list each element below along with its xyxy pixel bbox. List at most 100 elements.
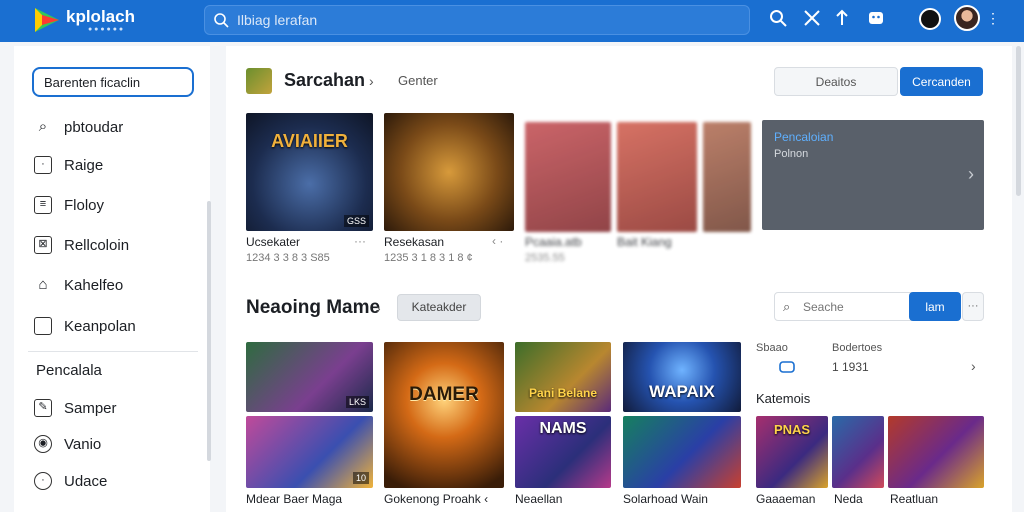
- card-label: Ucsekater: [246, 235, 301, 249]
- card-label: Mdear Baer Maga: [246, 492, 343, 506]
- box-icon: [34, 317, 52, 335]
- game-card[interactable]: LKS: [246, 342, 373, 412]
- details-button[interactable]: Deaitos: [774, 67, 898, 96]
- card-label: Pcaaia.atb: [525, 235, 582, 249]
- card-label: Gokenong Proahk ‹: [384, 492, 489, 506]
- chevron-right-icon[interactable]: ›: [968, 164, 974, 185]
- search-button[interactable]: lam: [909, 292, 961, 321]
- primary-button[interactable]: Cercanden: [900, 67, 983, 96]
- game-card[interactable]: [888, 416, 984, 488]
- grid-icon: ≡: [34, 196, 52, 214]
- sidebar-item-label: Rellcoloin: [64, 236, 130, 254]
- sidebar-item-label: Udace: [64, 472, 108, 490]
- sidebar-item-house[interactable]: ⌂ Kahelfeo: [34, 273, 204, 297]
- relation-icon: ⊠: [34, 236, 52, 254]
- sidebar-item-edit[interactable]: ✎ Samper: [34, 396, 204, 420]
- card-title: Pani Belane: [528, 386, 598, 400]
- sidebar-item-search[interactable]: ⌕ pbtoudar: [34, 115, 204, 139]
- sidebar-item-label: Samper: [64, 399, 117, 417]
- eye-icon: ◉: [34, 435, 52, 453]
- brand-name: kplolach: [66, 7, 135, 26]
- game-card[interactable]: PNAS: [756, 416, 828, 488]
- search-icon[interactable]: [768, 9, 788, 29]
- promo-panel[interactable]: Pencaloian Polnon ›: [762, 120, 984, 230]
- top-search[interactable]: [204, 5, 750, 35]
- sidebar-item-box[interactable]: Keanpolan: [34, 314, 204, 338]
- sidebar-item-relation[interactable]: ⊠ Rellcoloin: [34, 233, 204, 257]
- chevron-right-icon[interactable]: ›: [971, 358, 976, 374]
- user-avatar[interactable]: [954, 5, 980, 31]
- stat-label: Sbaao: [756, 342, 788, 354]
- card-title: DAMER: [409, 384, 479, 405]
- card-label: Neaellan: [515, 492, 563, 506]
- game-card[interactable]: NAMS: [515, 416, 611, 488]
- gamepad-icon[interactable]: [866, 9, 886, 29]
- card-title: PNAS: [773, 422, 811, 437]
- game-card[interactable]: WAPAIX: [623, 342, 741, 412]
- game-card[interactable]: [617, 122, 697, 232]
- card-more-icon[interactable]: ‹ ·: [492, 234, 503, 248]
- game-card[interactable]: [703, 122, 751, 232]
- top-search-input[interactable]: [237, 10, 737, 30]
- sidebar-divider: [28, 351, 198, 352]
- sidebar-search-input[interactable]: [44, 74, 184, 90]
- tools-icon[interactable]: [802, 9, 822, 29]
- more-icon[interactable]: ⋮: [986, 10, 1000, 27]
- brand-tagline: ● ● ● ● ● ●: [88, 26, 124, 33]
- card-label: Bait Kiang: [617, 235, 672, 249]
- search-icon: ⌕: [38, 118, 48, 135]
- sidebar-item-grid[interactable]: ≡ Floloy: [34, 193, 204, 217]
- game-card[interactable]: [525, 122, 611, 232]
- game-card[interactable]: AVIAIIER GSS: [246, 113, 373, 231]
- top-bar: kplolach ● ● ● ● ● ● ⋮: [0, 0, 1024, 42]
- game-card[interactable]: [384, 113, 514, 231]
- sidebar-item-label: Vanio: [64, 435, 102, 453]
- sidebar-item-clock[interactable]: · Udace: [34, 469, 204, 493]
- card-label: Solarhoad Wain: [623, 492, 708, 506]
- filter-chip[interactable]: Kateakder: [397, 294, 481, 321]
- page-scrollbar[interactable]: [1016, 46, 1021, 196]
- edit-icon: ✎: [34, 399, 52, 417]
- clock-icon: ·: [34, 472, 52, 490]
- card-title: WAPAIX: [649, 382, 715, 401]
- game-card[interactable]: [832, 416, 884, 488]
- stat-label: Bodertoes: [832, 342, 883, 354]
- search-icon: ⌕: [783, 299, 791, 314]
- section-thumbnail-icon: [246, 68, 272, 94]
- section-search-input[interactable]: [803, 299, 903, 315]
- card-label: Resekasan: [384, 235, 445, 249]
- card-more-icon[interactable]: ···: [354, 234, 366, 248]
- subsection-heading: Katemois: [756, 391, 811, 406]
- sidebar-item-page[interactable]: · Raige: [34, 153, 204, 177]
- card-label: Reatluan: [890, 492, 939, 506]
- game-card[interactable]: Pani Belane: [515, 342, 611, 412]
- avatar[interactable]: [919, 8, 941, 30]
- gamepad-icon[interactable]: [779, 359, 795, 375]
- panel-subtitle: Polnon: [774, 148, 809, 160]
- card-meta: 2535.55: [525, 252, 565, 264]
- card-title: NAMS: [539, 420, 587, 437]
- sidebar: ⌕ pbtoudar · Raige ≡ Floloy ⊠ Rellcoloin…: [14, 46, 211, 512]
- house-icon: ⌂: [38, 276, 48, 293]
- arrow-icon[interactable]: [832, 9, 852, 29]
- section-title: Sarcahan: [284, 70, 366, 90]
- card-label: Gaaaeman: [756, 492, 816, 506]
- card-badge: LKS: [345, 396, 369, 408]
- sidebar-item-label: Kahelfeo: [64, 276, 124, 294]
- more-options-button[interactable]: ···: [962, 292, 984, 321]
- chevron-right-icon[interactable]: ›: [376, 300, 381, 316]
- card-meta: 1234 3 3 8 3 S85: [246, 252, 330, 264]
- chevron-right-icon[interactable]: ›: [369, 73, 374, 89]
- search-icon: [214, 13, 229, 28]
- section-title: Neaoing Mame: [246, 297, 381, 318]
- stat-value: 1 1931: [832, 360, 869, 374]
- game-card[interactable]: 10: [246, 416, 373, 488]
- app-logo-icon[interactable]: [32, 5, 62, 35]
- sidebar-search[interactable]: [32, 67, 194, 97]
- sidebar-item-eye[interactable]: ◉ Vanio: [34, 432, 204, 456]
- game-card[interactable]: [623, 416, 741, 488]
- game-card[interactable]: DAMER: [384, 342, 504, 488]
- sidebar-item-label: Floloy: [64, 196, 105, 214]
- card-meta: 1235 3 1 8 3 1 8 ¢: [384, 252, 473, 264]
- sidebar-scrollbar[interactable]: [207, 201, 211, 461]
